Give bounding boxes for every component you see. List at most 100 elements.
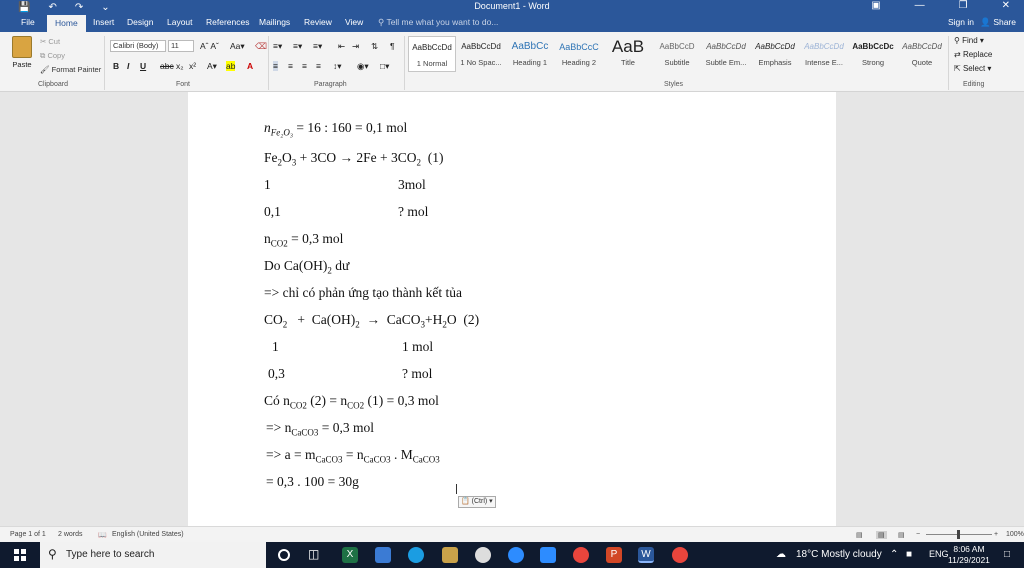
- font-color-icon[interactable]: A: [247, 61, 253, 71]
- zoom-slider-thumb[interactable]: [957, 530, 960, 539]
- restore-icon[interactable]: ❐: [959, 0, 968, 11]
- minimize-icon[interactable]: —: [915, 0, 925, 11]
- find-button[interactable]: ⚲ Find ▾: [954, 36, 984, 45]
- style-subtle-emphasis[interactable]: AaBbCcDd Subtle Em...: [702, 36, 750, 72]
- style-intense-emphasis[interactable]: AaBbCcDd Intense E...: [800, 36, 848, 72]
- multilevel-list-icon[interactable]: ≡▾: [313, 41, 322, 52]
- copy-button[interactable]: ⧉ Copy: [40, 51, 65, 61]
- zoom-level[interactable]: 100%: [1006, 531, 1024, 538]
- calculator-icon[interactable]: [375, 547, 391, 563]
- tray-chevron-icon[interactable]: ⌃: [890, 549, 898, 560]
- proofing-icon[interactable]: 📖: [98, 531, 107, 539]
- close-icon[interactable]: ✕: [1002, 0, 1010, 11]
- style-subtitle[interactable]: AaBbCcD Subtitle: [653, 36, 701, 72]
- bullets-icon[interactable]: ≡▾: [273, 41, 282, 52]
- tab-design[interactable]: Design: [127, 17, 153, 27]
- format-painter-button[interactable]: 🖌 Format Painter: [40, 65, 101, 74]
- bold-icon[interactable]: B: [113, 61, 119, 71]
- highlight-icon[interactable]: ab: [226, 61, 236, 71]
- tell-me-search[interactable]: ⚲ Tell me what you want to do...: [378, 17, 498, 28]
- zoom-in-icon[interactable]: +: [994, 531, 998, 538]
- tab-home[interactable]: Home: [47, 15, 86, 32]
- line-spacing-icon[interactable]: ↕▾: [333, 61, 342, 72]
- tab-review[interactable]: Review: [304, 17, 332, 27]
- ribbon-display-icon[interactable]: ▣: [871, 0, 880, 11]
- superscript-icon[interactable]: x²: [189, 61, 196, 71]
- show-marks-icon[interactable]: ¶: [390, 41, 395, 51]
- strikethrough-icon[interactable]: abc: [160, 61, 174, 71]
- style-preview: AaBbCcDd: [902, 42, 942, 51]
- tab-mailings[interactable]: Mailings: [259, 17, 290, 27]
- chrome-profile-icon[interactable]: [672, 547, 688, 563]
- document-page[interactable]: nFe₂O₃ = 16 : 160 = 0,1 mol Fe2O3 + 3CO …: [188, 92, 836, 526]
- zoom-app-icon[interactable]: [508, 547, 524, 563]
- font-size-select[interactable]: 11: [168, 40, 194, 52]
- subscript-run: CaCO3: [315, 454, 343, 465]
- style-heading-1[interactable]: AaBbCc Heading 1: [506, 36, 554, 72]
- tab-references[interactable]: References: [206, 17, 249, 27]
- style-heading-2[interactable]: AaBbCcC Heading 2: [555, 36, 603, 72]
- subscript-icon[interactable]: x₂: [176, 61, 184, 71]
- text-run: (1) = 0,3 mol: [364, 393, 439, 408]
- numbering-icon[interactable]: ≡▾: [293, 41, 302, 52]
- align-center-icon[interactable]: ≡: [288, 61, 293, 71]
- windows-start-icon[interactable]: [14, 549, 26, 561]
- zoom-meeting-icon[interactable]: [540, 547, 556, 563]
- italic-icon[interactable]: I: [127, 61, 129, 71]
- tab-file[interactable]: File: [21, 17, 35, 27]
- paste-button[interactable]: Paste: [10, 36, 34, 69]
- grow-font-icon[interactable]: Aˆ Aˇ: [200, 41, 219, 51]
- share-button[interactable]: 👤 Share: [980, 17, 1016, 28]
- clear-formatting-icon[interactable]: ⌫: [255, 41, 267, 52]
- paste-options-button[interactable]: 📋 (Ctrl) ▾: [458, 496, 496, 508]
- shading-icon[interactable]: ◉▾: [357, 61, 369, 72]
- style-title[interactable]: AaB Title: [604, 36, 652, 72]
- read-mode-icon[interactable]: ▤: [856, 531, 863, 539]
- increase-indent-icon[interactable]: ⇥: [352, 41, 359, 52]
- sort-icon[interactable]: ⇅: [371, 41, 378, 52]
- change-case-icon[interactable]: Aa▾: [230, 41, 245, 52]
- web-layout-icon[interactable]: ▤: [898, 531, 905, 539]
- file-explorer-icon[interactable]: [442, 547, 458, 563]
- notification-icon[interactable]: □: [1004, 549, 1010, 560]
- style-strong[interactable]: AaBbCcDc Strong: [849, 36, 897, 72]
- zoom-out-icon[interactable]: −: [916, 531, 920, 538]
- font-name-select[interactable]: Calibri (Body): [110, 40, 166, 52]
- network-icon[interactable]: ■: [906, 549, 912, 560]
- tab-layout[interactable]: Layout: [167, 17, 193, 27]
- weather-icon[interactable]: ☁: [776, 549, 786, 560]
- style-quote[interactable]: AaBbCcDd Quote: [898, 36, 946, 72]
- cortana-icon[interactable]: [278, 549, 290, 561]
- word-icon[interactable]: W: [638, 547, 654, 563]
- task-view-icon[interactable]: ◫: [308, 547, 324, 563]
- align-left-icon[interactable]: ≡: [273, 61, 278, 71]
- style-normal[interactable]: AaBbCcDd 1 Normal: [408, 36, 456, 72]
- text-effects-icon[interactable]: A▾: [207, 61, 217, 72]
- system-clock[interactable]: 8:06 AM 11/29/2021: [948, 544, 990, 566]
- borders-icon[interactable]: □▾: [380, 61, 389, 72]
- justify-icon[interactable]: ≡: [316, 61, 321, 71]
- input-language[interactable]: ENG: [929, 549, 949, 559]
- page-count[interactable]: Page 1 of 1: [10, 531, 46, 538]
- edge-icon[interactable]: [408, 547, 424, 563]
- underline-icon[interactable]: U: [140, 61, 146, 71]
- powerpoint-icon[interactable]: P: [606, 547, 622, 563]
- taskbar-search[interactable]: ⚲ Type here to search: [40, 542, 266, 568]
- tab-view[interactable]: View: [345, 17, 363, 27]
- align-right-icon[interactable]: ≡: [302, 61, 307, 71]
- chrome-icon[interactable]: [573, 547, 589, 563]
- decrease-indent-icon[interactable]: ⇤: [338, 41, 345, 52]
- cut-button[interactable]: ✂ Cut: [40, 37, 60, 46]
- style-no-spacing[interactable]: AaBbCcDd 1 No Spac...: [457, 36, 505, 72]
- weather-text[interactable]: 18°C Mostly cloudy: [796, 549, 882, 560]
- replace-button[interactable]: ⇄ Replace: [954, 50, 992, 59]
- tab-insert[interactable]: Insert: [93, 17, 114, 27]
- print-layout-icon[interactable]: ▤: [876, 531, 887, 539]
- word-count[interactable]: 2 words: [58, 531, 83, 538]
- sign-in-link[interactable]: Sign in: [948, 17, 974, 27]
- style-emphasis[interactable]: AaBbCcDd Emphasis: [751, 36, 799, 72]
- excel-icon[interactable]: X: [342, 547, 358, 563]
- media-player-icon[interactable]: [475, 547, 491, 563]
- select-button[interactable]: ⇱ Select ▾: [954, 64, 991, 73]
- language-indicator[interactable]: English (United States): [112, 531, 184, 538]
